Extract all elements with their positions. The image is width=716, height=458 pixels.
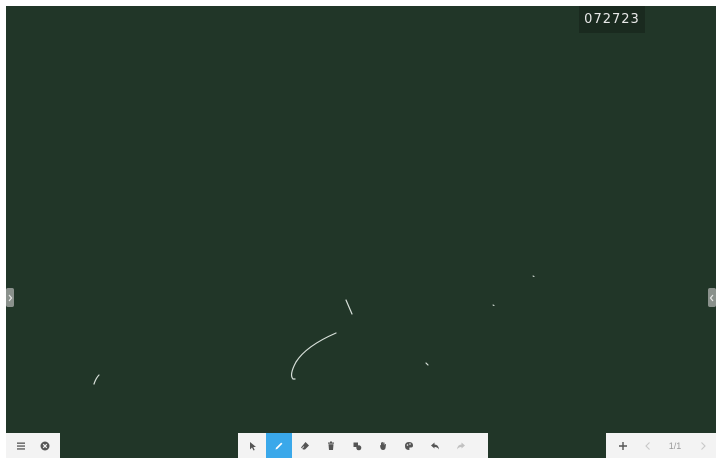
pen-icon (275, 442, 283, 449)
next-page-icon (700, 441, 706, 450)
menu-button[interactable] (9, 433, 33, 458)
drawing-canvas[interactable] (6, 6, 716, 458)
undo-button[interactable] (422, 433, 448, 458)
ink-stroke (532, 275, 535, 277)
palette-icon (405, 441, 413, 450)
clear-button[interactable] (318, 433, 344, 458)
chevron-left-icon (709, 294, 714, 301)
page-indicator: 1/1 (668, 440, 682, 451)
whiteboard-screen: 072723 1/1 (6, 6, 716, 458)
redo-button[interactable] (448, 433, 474, 458)
ink-stroke (290, 332, 337, 380)
room-code-badge: 072723 (579, 6, 645, 33)
ink-stroke (492, 304, 495, 306)
close-circle-icon (40, 441, 50, 450)
hand-icon (380, 441, 386, 450)
color-tool-button[interactable] (396, 433, 422, 458)
right-panel-handle[interactable] (708, 288, 716, 307)
add-page-icon (618, 441, 627, 450)
menu-icon (17, 442, 25, 450)
ink-stroke (345, 299, 353, 315)
eraser-tool-button[interactable] (292, 433, 318, 458)
next-page-button[interactable] (690, 433, 715, 458)
shapes-tool-button[interactable] (344, 433, 370, 458)
select-arrow-icon (250, 441, 256, 450)
ink-stroke (425, 362, 429, 366)
prev-page-icon (644, 441, 650, 450)
pen-tool-button[interactable] (266, 433, 292, 458)
add-page-button[interactable] (610, 433, 635, 458)
chevron-right-icon (8, 294, 13, 301)
page-navigation: 1/1 (606, 433, 716, 458)
main-toolbar (238, 433, 488, 458)
prev-page-button[interactable] (635, 433, 660, 458)
close-button[interactable] (33, 433, 57, 458)
undo-icon (431, 442, 439, 449)
trash-icon (328, 441, 334, 450)
left-panel-handle[interactable] (6, 288, 14, 307)
shapes-icon (353, 442, 362, 450)
eraser-icon (301, 441, 309, 449)
redo-icon (457, 442, 465, 449)
ink-stroke (93, 374, 100, 385)
left-toolbar (6, 433, 60, 458)
pan-tool-button[interactable] (370, 433, 396, 458)
select-tool-button[interactable] (240, 433, 266, 458)
